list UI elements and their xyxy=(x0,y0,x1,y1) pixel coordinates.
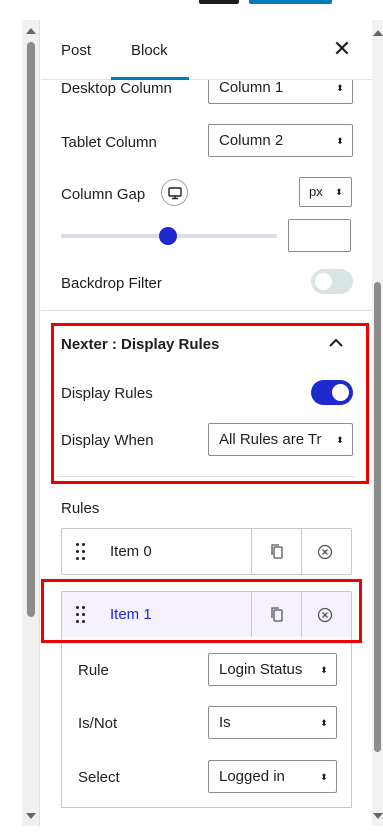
sidebar-scrollbar-thumb[interactable] xyxy=(374,282,381,752)
scroll-down-arrow-icon[interactable] xyxy=(373,813,383,819)
remove-circle-icon[interactable] xyxy=(317,544,333,560)
desktop-column-value: Column 1 xyxy=(219,79,284,96)
column-gap-unit-select[interactable]: px ⬍ xyxy=(299,177,352,207)
tablet-column-select[interactable]: Column 2 ⬍ xyxy=(208,124,353,157)
tab-post[interactable]: Post xyxy=(61,20,91,80)
rule-select[interactable]: Login Status ⬍ xyxy=(208,653,337,686)
block-settings-sidebar: Post Block ✕ Desktop Column Column 1 ⬍ T… xyxy=(41,20,372,826)
item-separator xyxy=(301,592,302,637)
backdrop-filter-toggle[interactable] xyxy=(311,269,353,294)
select-caret-icon: ⬍ xyxy=(336,83,344,93)
repeater-item-label[interactable]: Item 1 xyxy=(110,592,152,638)
item-separator xyxy=(301,529,302,574)
close-icon[interactable]: ✕ xyxy=(331,38,353,60)
duplicate-icon[interactable] xyxy=(269,543,285,560)
section-inner-divider xyxy=(57,476,356,477)
desktop-column-label: Desktop Column xyxy=(61,80,172,97)
scroll-down-arrow-icon[interactable] xyxy=(26,813,36,819)
is-not-label: Is/Not xyxy=(78,715,118,732)
select-caret-icon: ⬍ xyxy=(336,434,344,445)
select-caret-icon: ⬍ xyxy=(335,187,343,197)
select-value: Logged in xyxy=(219,768,285,785)
tab-block[interactable]: Block xyxy=(131,20,168,80)
header-preview-button[interactable] xyxy=(199,0,239,4)
logged-in-select[interactable]: Logged in ⬍ xyxy=(208,760,337,793)
scroll-up-arrow-icon[interactable] xyxy=(26,28,36,34)
column-gap-label: Column Gap xyxy=(61,186,146,203)
backdrop-filter-label: Backdrop Filter xyxy=(61,275,162,292)
drag-handle-icon[interactable] xyxy=(76,606,86,624)
rule-label: Rule xyxy=(78,662,109,679)
select-label: Select xyxy=(78,769,120,786)
sidebar-scrollbar[interactable] xyxy=(372,20,383,826)
section-divider xyxy=(41,310,372,311)
display-when-value: All Rules are Tr xyxy=(219,431,322,448)
active-tab-indicator xyxy=(111,77,189,80)
select-caret-icon: ⬍ xyxy=(320,717,328,728)
desktop-icon[interactable] xyxy=(161,179,188,206)
tablet-column-label: Tablet Column xyxy=(61,134,157,151)
canvas-scrollbar[interactable] xyxy=(22,20,40,826)
toggle-knob xyxy=(315,273,332,290)
rules-label: Rules xyxy=(61,500,100,517)
is-not-value: Is xyxy=(219,714,231,731)
rule-value: Login Status xyxy=(219,661,303,678)
select-caret-icon: ⬍ xyxy=(320,771,328,782)
duplicate-icon[interactable] xyxy=(269,606,285,623)
column-gap-unit-value: px xyxy=(309,184,323,199)
select-caret-icon: ⬍ xyxy=(320,664,328,675)
column-gap-input[interactable] xyxy=(288,219,351,252)
drag-handle-icon[interactable] xyxy=(76,543,86,561)
remove-circle-icon[interactable] xyxy=(317,607,333,623)
toggle-knob xyxy=(332,384,349,401)
chevron-up-icon[interactable] xyxy=(328,336,344,350)
repeater-item-body: Rule Login Status ⬍ Is/Not Is ⬍ Select L… xyxy=(61,637,352,808)
canvas-scrollbar-thumb[interactable] xyxy=(27,42,35,617)
tablet-column-value: Column 2 xyxy=(219,132,284,149)
scroll-up-arrow-icon[interactable] xyxy=(373,30,383,36)
repeater-item-label[interactable]: Item 0 xyxy=(110,529,152,575)
is-not-select[interactable]: Is ⬍ xyxy=(208,706,337,739)
display-when-label: Display When xyxy=(61,432,154,449)
column-gap-slider-thumb[interactable] xyxy=(159,227,177,245)
display-rules-toggle[interactable] xyxy=(311,380,353,405)
display-rules-label: Display Rules xyxy=(61,385,153,402)
header-update-button[interactable] xyxy=(249,0,332,4)
display-when-select[interactable]: All Rules are Tr ⬍ xyxy=(208,423,353,456)
repeater-item[interactable]: Item 0 xyxy=(61,528,352,575)
display-rules-section-title[interactable]: Nexter : Display Rules xyxy=(61,336,219,353)
item-separator xyxy=(251,529,252,574)
select-caret-icon: ⬍ xyxy=(336,135,344,146)
item-separator xyxy=(251,592,252,637)
top-strip xyxy=(0,0,383,16)
sidebar-tabs: Post Block ✕ xyxy=(41,20,372,80)
repeater-item-active[interactable]: Item 1 xyxy=(61,591,352,638)
